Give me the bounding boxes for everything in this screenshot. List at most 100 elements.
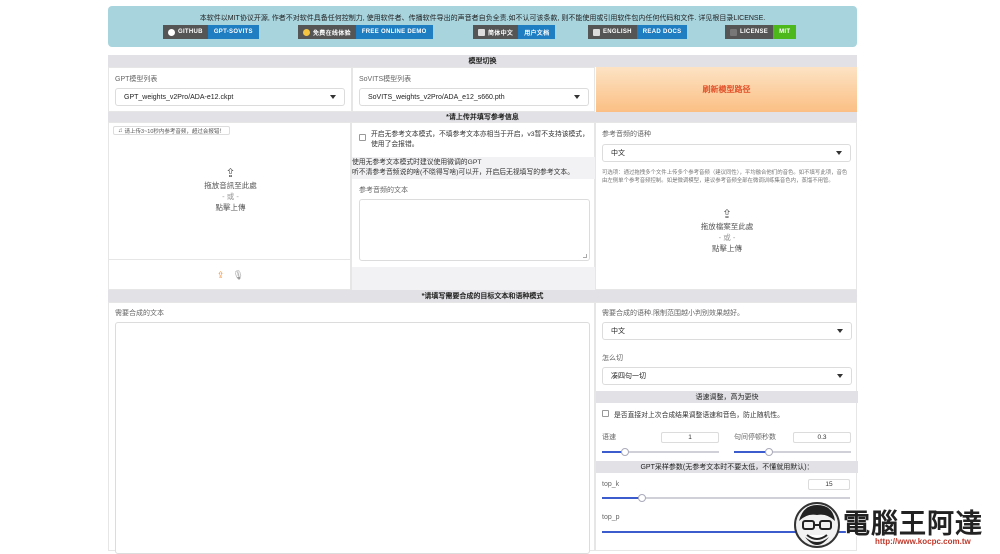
badge-left-label: ENGLISH bbox=[603, 29, 632, 35]
upload-hint-tag: ♫ 请上传3~10秒内参考音频，超过会报错！ bbox=[113, 126, 230, 135]
upload-drop-area[interactable]: ⇪ 拖放音訊至此處 - 或 - 點擊上傳 bbox=[109, 166, 352, 213]
ref-text-input[interactable] bbox=[359, 199, 590, 261]
keep-random-checkbox[interactable] bbox=[602, 410, 609, 417]
pause-control: 句间停顿秒数 0.3 bbox=[728, 427, 858, 459]
reference-header: *请上传并填写参考信息 bbox=[108, 112, 857, 122]
target-lang-dropdown[interactable]: 中文 bbox=[602, 322, 852, 340]
github-icon bbox=[168, 28, 175, 36]
emoji-icon bbox=[303, 28, 310, 36]
chevron-down-icon bbox=[574, 95, 580, 99]
badge-left-label: 免费在线体验 bbox=[313, 30, 351, 37]
topp-label: top_p bbox=[602, 514, 620, 521]
topk-slider-fill bbox=[602, 497, 642, 499]
cut-method-value: 凑四句一切 bbox=[611, 373, 646, 380]
sovits-model-panel: SoVITS模型列表 SoVITS_weights_v2Pro/ADA_e12_… bbox=[352, 67, 595, 112]
target-lang-label: 需要合成的语种.限制范围越小判别效果越好。 bbox=[602, 310, 744, 317]
aux-drop-text: 拖放檔案至此處 bbox=[700, 222, 754, 231]
doc-icon bbox=[593, 28, 600, 36]
badge-left-label: GITHUB bbox=[178, 29, 203, 35]
gpt-params-header: GPT采样参数(无参考文本时不要太低，不懂就用默认)： bbox=[596, 461, 858, 473]
ref-text-label: 参考音频的文本 bbox=[359, 187, 408, 194]
english-docs-badge[interactable]: ENGLISH READ DOCS bbox=[588, 25, 688, 39]
speed-control: 语速 1 bbox=[596, 427, 723, 459]
music-note-icon: ♫ bbox=[118, 127, 123, 134]
refresh-model-button[interactable]: 刷新模型路径 bbox=[596, 67, 857, 112]
chevron-down-icon bbox=[330, 95, 336, 99]
keep-random-label: 是否直接对上次合成结果调整语速和音色，防止随机性。 bbox=[614, 412, 784, 419]
sovits-model-value: SoVITS_weights_v2Pro/ADA_e12_s660.pth bbox=[368, 93, 505, 101]
mascot-logo-icon bbox=[794, 502, 840, 548]
doc-icon bbox=[478, 28, 485, 36]
target-text-label: 需要合成的文本 bbox=[115, 310, 164, 317]
ref-lang-value: 中文 bbox=[611, 150, 625, 157]
speed-number-input[interactable]: 1 bbox=[661, 432, 719, 443]
cut-method-label: 怎么切 bbox=[602, 355, 623, 362]
aux-click-text: 點擊上傳 bbox=[712, 244, 742, 253]
ref-lang-label: 参考音频的语种 bbox=[602, 131, 651, 138]
click-upload-text: 點擊上傳 bbox=[215, 203, 246, 212]
topk-slider-thumb[interactable] bbox=[638, 494, 646, 502]
upload-source-icon[interactable]: ⇪ bbox=[217, 270, 225, 281]
free-mode-checkbox[interactable] bbox=[359, 134, 366, 141]
reference-audio-upload[interactable]: ♫ 请上传3~10秒内参考音频，超过会报错！ ⇪ 拖放音訊至此處 - 或 - 點… bbox=[108, 122, 352, 291]
synthesis-header: *请填写需要合成的目标文本和语种模式 bbox=[108, 290, 857, 302]
gpt-model-value: GPT_weights_v2Pro/ADA-e12.ckpt bbox=[124, 93, 234, 101]
speed-slider-thumb[interactable] bbox=[621, 448, 629, 456]
aux-or-text: - 或 - bbox=[718, 233, 736, 242]
free-mode-notes: 使用无参考文本模式时建议使用微调的GPT 听不清参考音频说的啥(不晓得写啥)可以… bbox=[352, 157, 596, 179]
topk-number-input[interactable]: 15 bbox=[808, 479, 850, 490]
pause-number-input[interactable]: 0.3 bbox=[793, 432, 851, 443]
github-badge[interactable]: GITHUB GPT-SOVITS bbox=[163, 25, 259, 39]
gpt-model-label: GPT模型列表 bbox=[115, 76, 158, 83]
badge-right-label: MIT bbox=[773, 25, 797, 39]
license-badge[interactable]: LICENSE MIT bbox=[725, 25, 797, 39]
chevron-down-icon bbox=[837, 374, 843, 378]
sovits-model-dropdown[interactable]: SoVITS_weights_v2Pro/ADA_e12_s660.pth bbox=[359, 88, 589, 106]
online-demo-badge[interactable]: 免费在线体验 FREE ONLINE DEMO bbox=[298, 25, 433, 39]
upload-source-bar: ⇪ 🎙 bbox=[109, 259, 352, 291]
or-text: - 或 - bbox=[222, 192, 239, 201]
ref-lang-dropdown[interactable]: 中文 bbox=[602, 144, 851, 162]
free-mode-label: 开启无参考文本模式，不填参考文本亦相当于开启，v3暂不支持该模式，使用了会报错。 bbox=[371, 131, 589, 148]
badge-right-label: READ DOCS bbox=[636, 25, 688, 39]
free-mode-note-1: 使用无参考文本模式时建议使用微调的GPT bbox=[352, 159, 482, 166]
badge-right-label: FREE ONLINE DEMO bbox=[355, 25, 433, 39]
ref-text-spacer bbox=[352, 267, 596, 291]
drop-audio-text: 拖放音訊至此處 bbox=[204, 181, 257, 190]
license-notice-text: 本软件以MIT协议开源, 作者不对软件具备任何控制力, 使用软件者、传播软件导出… bbox=[199, 15, 766, 22]
license-notice-banner: 本软件以MIT协议开源, 作者不对软件具备任何控制力, 使用软件者、传播软件导出… bbox=[108, 6, 857, 47]
target-lang-value: 中文 bbox=[611, 328, 625, 335]
sovits-model-label: SoVITS模型列表 bbox=[359, 76, 412, 83]
reference-text-column: 开启无参考文本模式，不填参考文本亦相当于开启，v3暂不支持该模式，使用了会报错。… bbox=[351, 122, 596, 291]
upload-icon: ⇪ bbox=[225, 166, 236, 180]
reference-language-column: 参考音频的语种 中文 可选项：通过拖拽多个文件上传多个参考音频（建议同性），平均… bbox=[595, 122, 857, 290]
badge-right-label: 用户文档 bbox=[518, 25, 556, 39]
pause-label: 句间停顿秒数 bbox=[734, 434, 776, 441]
resize-handle-icon[interactable] bbox=[583, 254, 587, 258]
speed-label: 语速 bbox=[602, 434, 616, 441]
chevron-down-icon bbox=[836, 151, 842, 155]
topk-label: top_k bbox=[602, 481, 620, 488]
free-mode-row[interactable]: 开启无参考文本模式，不填参考文本亦相当于开启，v3暂不支持该模式，使用了会报错。 bbox=[352, 123, 596, 157]
gpt-model-dropdown[interactable]: GPT_weights_v2Pro/ADA-e12.ckpt bbox=[115, 88, 345, 106]
badge-left-label: 简体中文 bbox=[488, 30, 514, 37]
site-watermark: 電腦王阿達 http://www.kocpc.com.tw bbox=[793, 497, 998, 551]
chevron-down-icon bbox=[837, 329, 843, 333]
aux-ref-note: 可选项：通过拖拽多个文件上传多个参考音频（建议同性），平均融合他们的音色。如不填… bbox=[602, 170, 848, 184]
chinese-docs-badge[interactable]: 简体中文 用户文档 bbox=[473, 25, 556, 39]
free-mode-note-2: 听不清参考音频说的啥(不晓得写啥)可以开，开启后无视填写的参考文本。 bbox=[352, 169, 575, 176]
speed-section-header: 语速调整，高为更快 bbox=[596, 391, 858, 403]
gpt-model-panel: GPT模型列表 GPT_weights_v2Pro/ADA-e12.ckpt bbox=[108, 67, 352, 112]
aux-ref-upload[interactable]: ⇪ 拖放檔案至此處 - 或 - 點擊上傳 bbox=[596, 205, 858, 285]
model-switch-header: 模型切换 bbox=[108, 55, 857, 67]
pause-slider-thumb[interactable] bbox=[765, 448, 773, 456]
upload-hint-text: 请上传3~10秒内参考音频，超过会报错！ bbox=[124, 128, 225, 135]
upload-icon: ⇪ bbox=[721, 207, 733, 221]
badge-right-label: GPT-SOVITS bbox=[207, 25, 259, 39]
cut-method-dropdown[interactable]: 凑四句一切 bbox=[602, 367, 852, 385]
target-text-input[interactable] bbox=[115, 322, 590, 554]
badge-left-label: LICENSE bbox=[740, 29, 769, 35]
watermark-brand: 電腦王阿達 bbox=[843, 509, 983, 540]
target-text-panel: 需要合成的文本 bbox=[108, 302, 595, 554]
microphone-icon[interactable]: 🎙 bbox=[233, 270, 244, 281]
